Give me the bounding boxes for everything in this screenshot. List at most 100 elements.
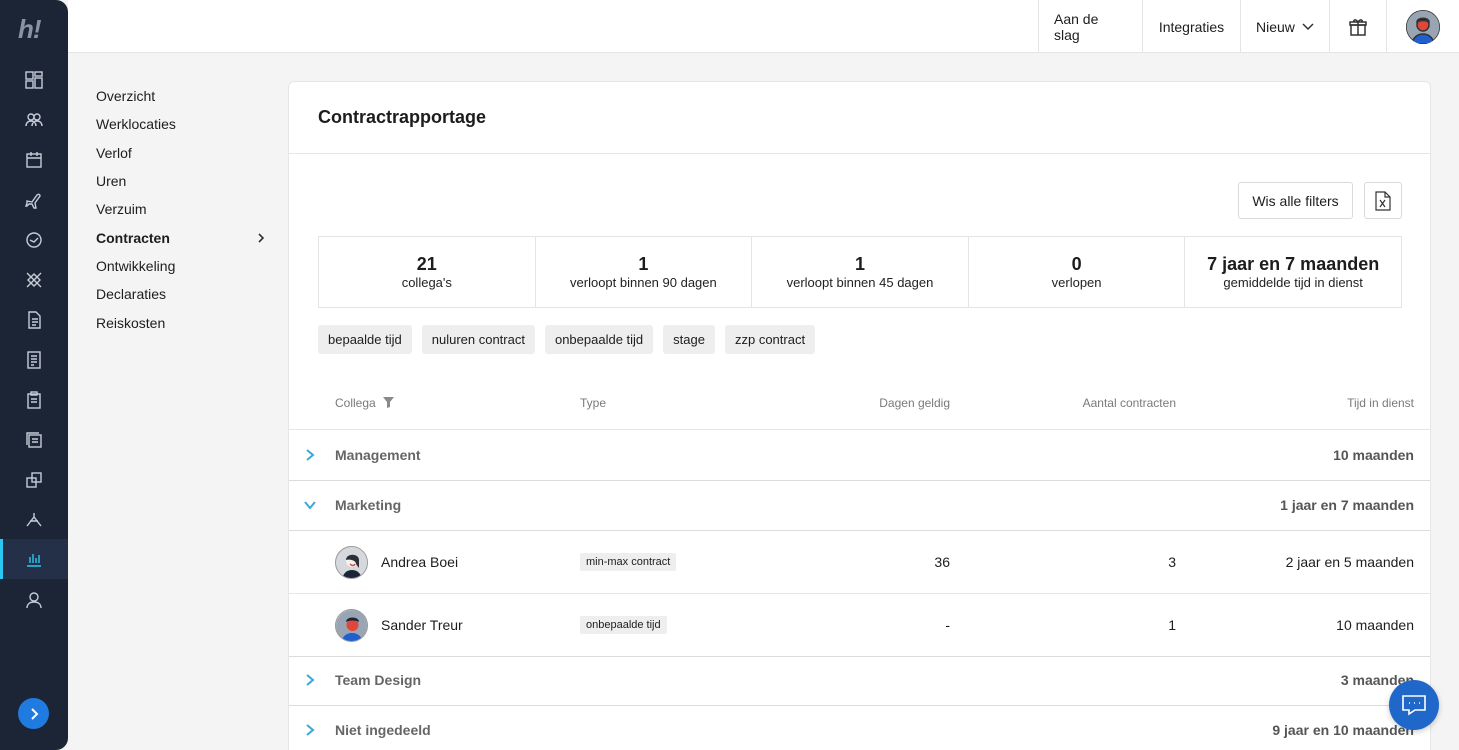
submenu-item-ontwikkeling[interactable]: Ontwikkeling (96, 252, 266, 280)
chevron-right-icon (258, 233, 265, 243)
reports-submenu: Overzicht Werklocaties Verlof Uren Verzu… (96, 82, 266, 337)
submenu-item-label: Declaraties (96, 286, 167, 303)
group-row[interactable]: Management 10 maanden (289, 431, 1430, 481)
column-header-colleague[interactable]: Collega (335, 396, 395, 411)
submenu-item-uren[interactable]: Uren (96, 167, 266, 195)
stat-expires-90: 1 verloopt binnen 90 dagen (536, 237, 753, 307)
column-header-contract-count[interactable]: Aantal contracten (1083, 396, 1176, 410)
submenu-item-contracten[interactable]: Contracten (96, 223, 266, 251)
filter-icon[interactable] (383, 396, 395, 411)
group-name: Marketing (335, 497, 402, 513)
column-header-time-in-service[interactable]: Tijd in dienst (1347, 396, 1414, 410)
table-row[interactable]: Andrea Boei min-max contract 36 3 2 jaar… (289, 531, 1430, 594)
receipt-icon[interactable] (0, 340, 68, 380)
profile-button[interactable] (1386, 0, 1459, 53)
group-time: 10 maanden (1333, 447, 1414, 463)
days-valid: 36 (934, 554, 950, 570)
bandage-icon[interactable] (0, 260, 68, 300)
stat-colleagues: 21 collega's (319, 237, 536, 307)
submenu-item-verzuim[interactable]: Verzuim (96, 195, 266, 223)
group-row[interactable]: Team Design 3 maanden (289, 656, 1430, 706)
clock-icon[interactable] (0, 220, 68, 260)
group-row[interactable]: Marketing 1 jaar en 7 maanden (289, 481, 1430, 531)
submenu-item-werklocaties[interactable]: Werklocaties (96, 110, 266, 138)
avatar (335, 546, 368, 579)
column-header-days-valid[interactable]: Dagen geldig (879, 396, 950, 410)
submenu-item-reiskosten[interactable]: Reiskosten (96, 308, 266, 336)
sidebar-rail: h! (0, 0, 68, 750)
filter-chip[interactable]: nuluren contract (421, 325, 535, 354)
reports-icon[interactable] (0, 539, 68, 579)
group-time: 9 jaar en 10 maanden (1272, 722, 1414, 738)
chat-button[interactable] (1389, 680, 1439, 730)
filter-chip[interactable]: stage (663, 325, 715, 354)
airplane-icon[interactable] (0, 180, 68, 220)
top-nav: Aan de slag Integraties Nieuw (1038, 0, 1459, 53)
user-icon[interactable] (0, 580, 68, 620)
submenu-item-declaraties[interactable]: Declaraties (96, 280, 266, 308)
stat-value: 1 (638, 254, 649, 274)
column-header-label: Collega (335, 396, 376, 410)
chevron-right-icon[interactable] (304, 723, 316, 737)
contract-count: 3 (1168, 554, 1176, 570)
submenu-item-label: Reiskosten (96, 314, 166, 331)
document-icon[interactable] (0, 300, 68, 340)
submenu-item-label: Verzuim (96, 201, 147, 218)
table-row[interactable]: Sander Treur onbepaalde tijd - 1 10 maan… (289, 594, 1430, 657)
group-time: 1 jaar en 7 maanden (1280, 497, 1414, 513)
stat-value: 0 (1071, 254, 1082, 274)
chevron-down-icon[interactable] (304, 498, 316, 512)
integrations-link[interactable]: Integraties (1142, 0, 1240, 53)
chevron-right-icon[interactable] (304, 673, 316, 687)
submenu-item-label: Contracten (96, 229, 170, 246)
clipboard-icon[interactable] (0, 380, 68, 420)
chevron-right-icon (30, 707, 38, 720)
filter-chip[interactable]: zzp contract (724, 325, 816, 354)
colleague-name[interactable]: Andrea Boei (381, 554, 458, 570)
submenu-item-label: Werklocaties (96, 116, 176, 133)
stats-bar: 21 collega's 1 verloopt binnen 90 dagen … (318, 236, 1402, 308)
stat-value: 21 (416, 254, 437, 274)
stat-label: verloopt binnen 90 dagen (570, 275, 717, 290)
submenu-item-overzicht[interactable]: Overzicht (96, 82, 266, 110)
submenu-item-verlof[interactable]: Verlof (96, 139, 266, 167)
stat-label: verlopen (1051, 275, 1102, 290)
integrations-icon[interactable] (0, 500, 68, 540)
stat-value: 7 jaar en 7 maanden (1207, 254, 1380, 274)
gift-button[interactable] (1329, 0, 1386, 53)
filter-chip[interactable]: onbepaalde tijd (544, 325, 654, 354)
group-name: Niet ingedeeld (335, 722, 431, 738)
contract-type-filters: bepaalde tijd nuluren contract onbepaald… (318, 325, 816, 354)
expand-sidebar-button[interactable] (18, 698, 49, 729)
column-header-type[interactable]: Type (580, 396, 606, 410)
new-dropdown[interactable]: Nieuw (1240, 0, 1329, 53)
calendar-icon[interactable] (0, 140, 68, 180)
top-bar: Aan de slag Integraties Nieuw (68, 0, 1459, 53)
contract-type-badge: min-max contract (580, 553, 677, 571)
avatar (1406, 9, 1440, 44)
getting-started-link[interactable]: Aan de slag (1038, 0, 1142, 53)
stat-expires-45: 1 verloopt binnen 45 dagen (752, 237, 969, 307)
clear-filters-button[interactable]: Wis alle filters (1238, 182, 1353, 219)
dashboard-icon[interactable] (0, 60, 68, 100)
avatar (335, 609, 368, 642)
colleague-name[interactable]: Sander Treur (381, 617, 463, 633)
app-logo[interactable]: h! (18, 14, 50, 44)
people-icon[interactable] (0, 100, 68, 140)
group-name: Management (335, 447, 421, 463)
time-in-service: 10 maanden (1336, 617, 1414, 633)
contract-count: 1 (1168, 617, 1176, 633)
gift-icon (1349, 18, 1367, 36)
export-excel-button[interactable] (1364, 182, 1402, 219)
stat-value: 1 (854, 254, 865, 274)
link-icon[interactable] (0, 460, 68, 500)
stack-icon[interactable] (0, 420, 68, 460)
group-name: Team Design (335, 672, 422, 688)
chevron-right-icon[interactable] (304, 448, 316, 462)
filter-chip[interactable]: bepaalde tijd (318, 325, 412, 354)
stat-label: gemiddelde tijd in dienst (1223, 275, 1363, 290)
group-row[interactable]: Niet ingedeeld 9 jaar en 10 maanden (289, 706, 1430, 750)
stat-expired: 0 verlopen (969, 237, 1186, 307)
divider (289, 153, 1430, 154)
submenu-item-label: Verlof (96, 144, 132, 161)
